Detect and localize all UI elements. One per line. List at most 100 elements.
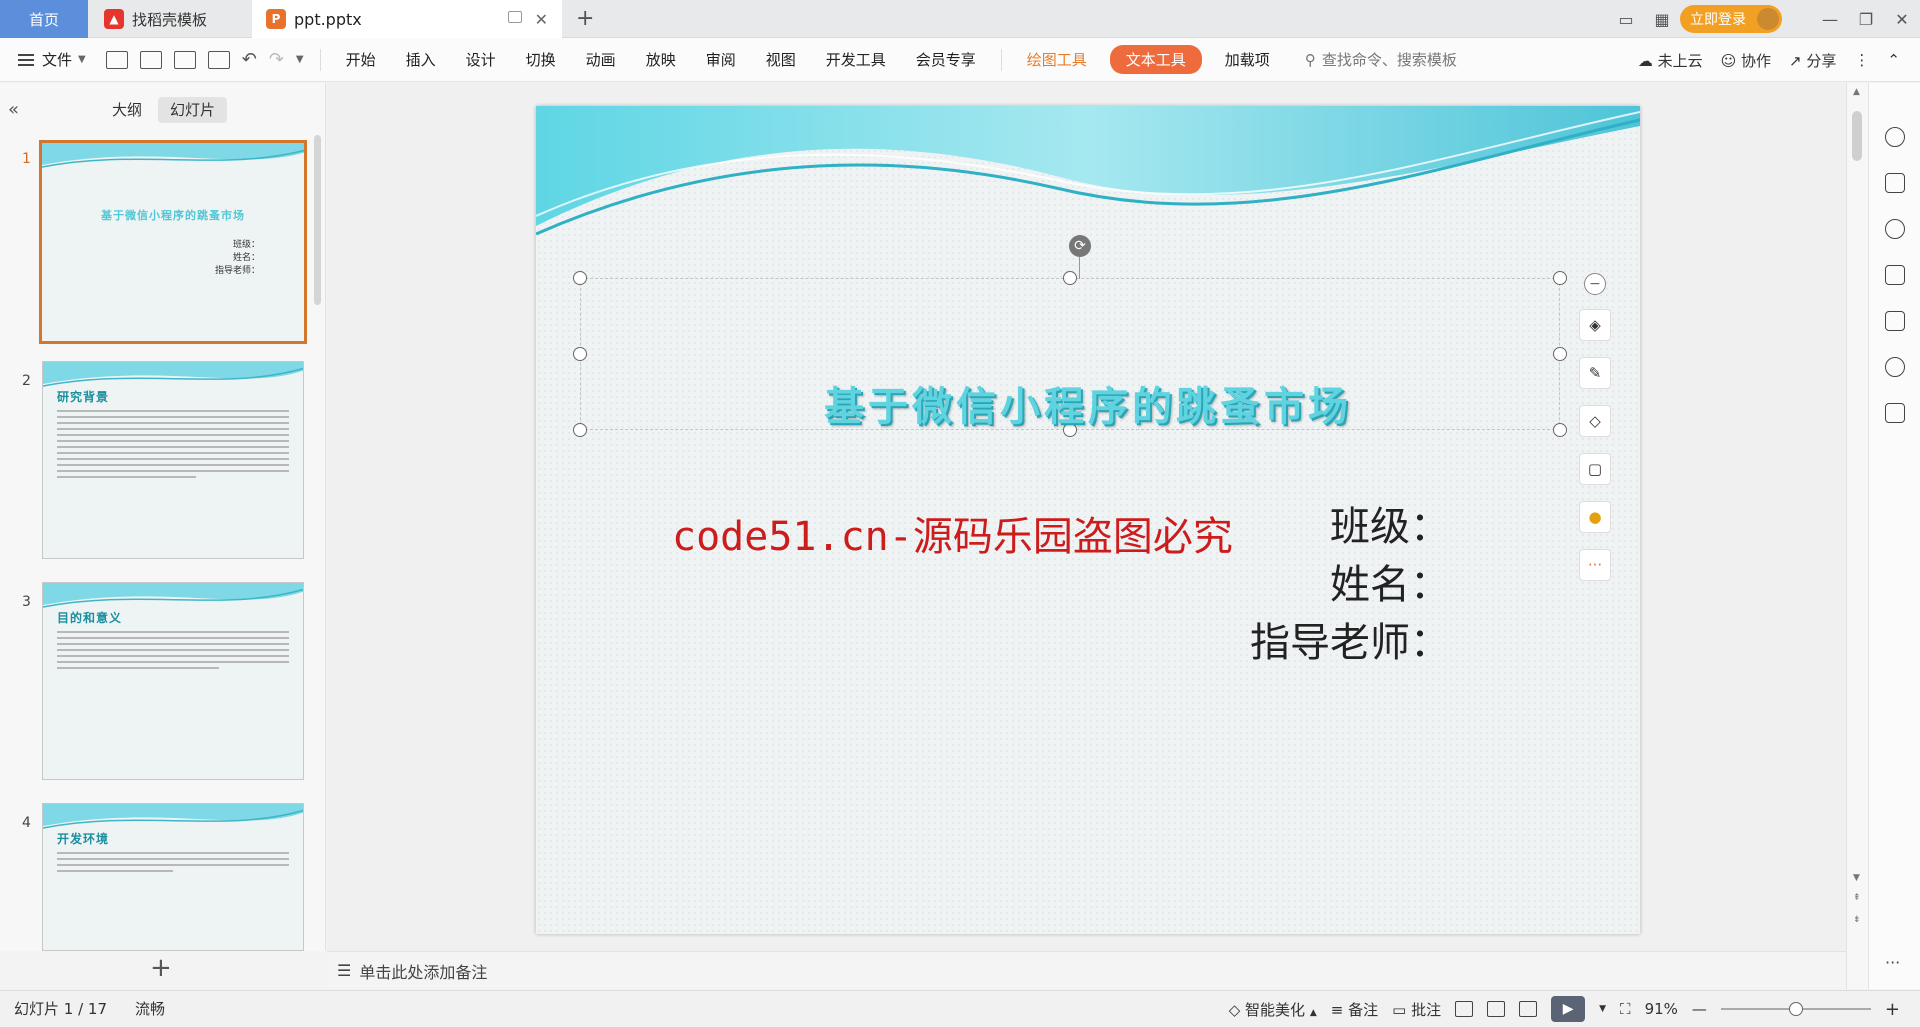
frame-icon[interactable]: ▢ bbox=[1579, 453, 1611, 485]
menu-view[interactable]: 视图 bbox=[751, 49, 811, 70]
comments-toggle[interactable]: ▭ 批注 bbox=[1392, 999, 1441, 1020]
fit-window-icon[interactable]: ⛶ bbox=[1620, 1000, 1631, 1018]
ribbon: 文件 ▼ ↶ ↷ ▼ 开始 插入 设计 切换 动画 放映 审阅 视图 开发工具 … bbox=[0, 38, 1920, 82]
menu-addins[interactable]: 加载项 bbox=[1210, 49, 1285, 70]
notes-bar[interactable]: ☰ 单击此处添加备注 bbox=[327, 951, 1846, 989]
file-menu[interactable]: 文件 ▼ bbox=[0, 49, 100, 70]
menu-insert[interactable]: 插入 bbox=[391, 49, 451, 70]
tab-document[interactable]: P ppt.pptx ✕ bbox=[252, 0, 562, 38]
slides-icon[interactable] bbox=[1885, 265, 1905, 285]
canvas-scrollbar[interactable]: ▲ ▼ ⇞ ⇟ bbox=[1846, 83, 1868, 989]
resize-handle[interactable] bbox=[1553, 347, 1567, 361]
restore-icon[interactable]: ❐ bbox=[1848, 10, 1884, 29]
zoom-slider[interactable] bbox=[1720, 1002, 1871, 1016]
zoom-in-icon[interactable]: + bbox=[1885, 999, 1900, 1020]
menu-slideshow[interactable]: 放映 bbox=[631, 49, 691, 70]
zoom-out-icon[interactable]: — bbox=[1692, 1000, 1707, 1018]
apps-grid-icon[interactable]: ▦ bbox=[1644, 10, 1680, 29]
avatar bbox=[1757, 8, 1779, 30]
tab-template[interactable]: ▲ 找稻壳模板 bbox=[90, 0, 250, 38]
layers-icon[interactable]: ◈ bbox=[1579, 309, 1611, 341]
pen-icon[interactable]: ✎ bbox=[1579, 357, 1611, 389]
export-pdf-icon[interactable] bbox=[139, 50, 162, 69]
thumb-title: 目的和意义 bbox=[57, 611, 123, 625]
search-icon: ⚲ bbox=[1304, 50, 1316, 69]
login-button[interactable]: 立即登录 bbox=[1680, 5, 1782, 33]
collapse-toolbar-icon[interactable]: − bbox=[1584, 273, 1606, 295]
zoom-knob[interactable] bbox=[1788, 1002, 1803, 1016]
add-slide-button[interactable]: + bbox=[150, 953, 172, 983]
rotate-handle-icon[interactable]: ⟳ bbox=[1069, 235, 1091, 257]
slide[interactable]: ⟳ 基于微信小程序的跳蚤市场 code51.cn-源码乐园盗图必究 班级： 姓名… bbox=[536, 106, 1640, 934]
share-button[interactable]: ↗ 分享 bbox=[1789, 50, 1836, 71]
minimize-icon[interactable]: — bbox=[1812, 10, 1848, 29]
close-window-icon[interactable]: ✕ bbox=[1884, 10, 1920, 29]
image-icon[interactable] bbox=[1885, 311, 1905, 331]
menu-draw-tools[interactable]: 绘图工具 bbox=[1012, 49, 1102, 70]
collapse-panel-icon[interactable]: « bbox=[8, 99, 19, 120]
next-slide-icon[interactable]: ⇟ bbox=[1853, 915, 1861, 925]
fill-icon[interactable]: ◇ bbox=[1579, 405, 1611, 437]
slide-number: 4 bbox=[22, 815, 31, 831]
lightbulb-icon[interactable]: ● bbox=[1579, 501, 1611, 533]
more-vertical-icon[interactable]: ⋮ bbox=[1854, 51, 1869, 69]
scroll-thumb[interactable] bbox=[1852, 111, 1862, 161]
menu-start[interactable]: 开始 bbox=[331, 49, 391, 70]
slide-thumbnail-4[interactable]: 开发环境 bbox=[42, 803, 304, 951]
menu-animation[interactable]: 动画 bbox=[571, 49, 631, 70]
menu-member[interactable]: 会员专享 bbox=[901, 49, 991, 70]
undo-icon[interactable]: ↶ bbox=[242, 49, 257, 70]
collab-button[interactable]: ☺ 协作 bbox=[1721, 50, 1771, 71]
play-options-icon[interactable]: ▼ bbox=[1599, 1004, 1606, 1014]
quick-access-more-icon[interactable]: ▼ bbox=[296, 54, 304, 65]
slide-thumbnail-3[interactable]: 目的和意义 bbox=[42, 582, 304, 780]
resize-handle[interactable] bbox=[573, 271, 587, 285]
scroll-down-icon[interactable]: ▼ bbox=[1853, 873, 1860, 883]
grid-view-icon[interactable] bbox=[1487, 1001, 1506, 1017]
new-tab-button[interactable]: + bbox=[576, 6, 594, 31]
star-icon[interactable] bbox=[1885, 219, 1905, 239]
normal-view-icon[interactable] bbox=[1455, 1001, 1474, 1017]
tab-outline[interactable]: 大纲 bbox=[100, 97, 154, 123]
beautify-button[interactable]: ◇ 智能美化 ▲ bbox=[1229, 999, 1317, 1020]
menu-review[interactable]: 审阅 bbox=[691, 49, 751, 70]
play-button[interactable]: ▶ bbox=[1551, 996, 1586, 1022]
compass-icon[interactable] bbox=[1885, 357, 1905, 377]
collab-label: 协作 bbox=[1741, 51, 1772, 70]
menu-transition[interactable]: 切换 bbox=[511, 49, 571, 70]
slide-info-block[interactable]: 班级： 姓名： 指导老师： bbox=[1250, 498, 1450, 672]
resize-handle[interactable] bbox=[573, 347, 587, 361]
more-horizontal-icon[interactable]: ··· bbox=[1885, 953, 1900, 972]
zoom-level[interactable]: 91% bbox=[1645, 1000, 1678, 1018]
prev-slide-icon[interactable]: ⇞ bbox=[1853, 893, 1861, 903]
more-icon[interactable]: ··· bbox=[1579, 549, 1611, 581]
rocket-icon[interactable] bbox=[1885, 127, 1905, 147]
slide-thumbnail-1[interactable]: 基于微信小程序的跳蚤市场 班级： 姓名： 指导老师： bbox=[39, 140, 307, 344]
render-mode[interactable]: 流畅 bbox=[135, 998, 165, 1019]
menu-text-tools[interactable]: 文本工具 bbox=[1109, 45, 1202, 74]
book-icon[interactable] bbox=[1885, 403, 1905, 423]
slide-title[interactable]: 基于微信小程序的跳蚤市场 bbox=[536, 374, 1640, 432]
redo-icon[interactable]: ↷ bbox=[269, 49, 284, 70]
tab-slides[interactable]: 幻灯片 bbox=[158, 97, 228, 123]
print-icon[interactable] bbox=[173, 50, 196, 69]
save-icon[interactable] bbox=[105, 50, 128, 69]
chevron-up-icon[interactable]: ⌃ bbox=[1887, 51, 1900, 69]
resize-handle[interactable] bbox=[1063, 271, 1077, 285]
layout-icon[interactable]: ▭ bbox=[1608, 10, 1644, 29]
slide-thumbnail-2[interactable]: 研究背景 bbox=[42, 361, 304, 559]
command-search[interactable]: ⚲ 查找命令、搜索模板 bbox=[1305, 49, 1457, 70]
menu-design[interactable]: 设计 bbox=[451, 49, 511, 70]
notes-toggle[interactable]: ≡ 备注 bbox=[1331, 999, 1378, 1020]
close-tab-icon[interactable]: ✕ bbox=[535, 10, 548, 29]
float-window-icon[interactable] bbox=[508, 11, 522, 23]
menu-developer[interactable]: 开发工具 bbox=[811, 49, 901, 70]
reading-view-icon[interactable] bbox=[1519, 1001, 1538, 1017]
resize-handle[interactable] bbox=[1553, 271, 1567, 285]
tab-home[interactable]: 首页 bbox=[0, 0, 88, 38]
scroll-up-icon[interactable]: ▲ bbox=[1853, 87, 1860, 97]
print-preview-icon[interactable] bbox=[207, 50, 230, 69]
panel-scrollbar[interactable] bbox=[314, 135, 321, 305]
cloud-status[interactable]: ☁ 未上云 bbox=[1638, 50, 1703, 71]
adjust-icon[interactable] bbox=[1885, 173, 1905, 193]
